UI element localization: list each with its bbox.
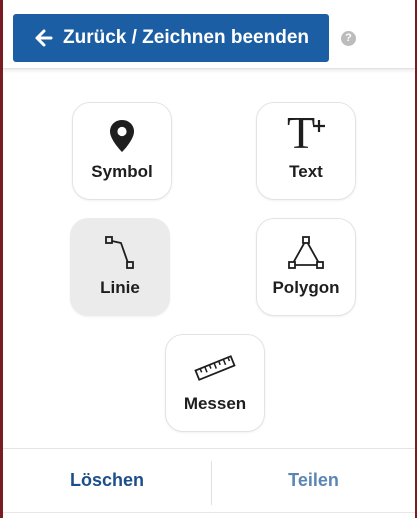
polygon-icon [288,236,324,269]
share-button[interactable]: Teilen [212,449,415,511]
tool-polygon-label: Polygon [272,278,340,297]
tool-line-label: Linie [100,278,140,297]
tool-line[interactable]: Linie [70,218,170,316]
ruler-icon [194,355,236,381]
panel-header: Zurück / Zeichnen beenden ? [3,0,415,69]
plus-icon [313,120,325,132]
drawing-panel: Zurück / Zeichnen beenden ? Symbol T Tex… [3,0,415,518]
line-icon [105,236,134,269]
tool-symbol-label: Symbol [91,162,153,181]
back-finish-drawing-button[interactable]: Zurück / Zeichnen beenden [13,14,329,62]
text-icon-glyph: T [287,107,316,158]
tool-polygon[interactable]: Polygon [256,218,356,316]
tool-symbol[interactable]: Symbol [72,102,172,200]
bottom-divider [3,512,415,513]
delete-button[interactable]: Löschen [3,449,211,511]
help-icon[interactable]: ? [341,31,356,46]
tool-text[interactable]: T Text [256,102,356,200]
action-bar: Löschen Teilen [3,448,415,519]
back-button-label: Zurück / Zeichnen beenden [63,27,309,48]
map-pin-icon [110,120,134,152]
arrow-left-icon [35,29,53,47]
tool-measure[interactable]: Messen [165,334,265,432]
tool-text-label: Text [289,162,323,181]
text-add-icon: T [281,109,325,157]
tool-measure-label: Messen [183,394,247,413]
